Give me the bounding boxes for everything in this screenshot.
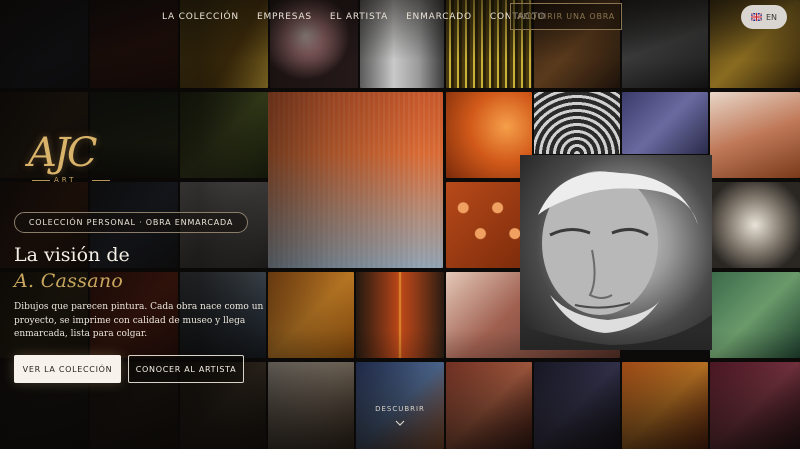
artwork-tile xyxy=(268,362,354,449)
collection-badge: COLECCIÓN PERSONAL · OBRA ENMARCADA xyxy=(14,212,248,233)
language-label: EN xyxy=(765,12,778,22)
nav-item-coleccion[interactable]: LA COLECCIÓN xyxy=(162,12,239,22)
view-collection-button[interactable]: VER LA COLECCIÓN xyxy=(14,355,121,383)
artwork-tile xyxy=(0,0,88,88)
language-switcher[interactable]: EN xyxy=(741,5,787,29)
logo-divider xyxy=(92,180,110,181)
artwork-tile xyxy=(534,92,620,154)
artwork-tile xyxy=(622,362,708,449)
nav-item-empresas[interactable]: EMPRESAS xyxy=(257,12,312,22)
nav-item-artista[interactable]: EL ARTISTA xyxy=(330,12,388,22)
artwork-tile xyxy=(710,92,800,178)
chevron-down-icon[interactable] xyxy=(395,419,405,427)
artwork-tile xyxy=(710,182,800,268)
artwork-tile xyxy=(180,92,268,178)
artwork-tile xyxy=(622,0,708,88)
artist-portrait xyxy=(520,155,712,350)
artwork-tile xyxy=(356,272,444,358)
artwork-tile xyxy=(268,92,443,268)
hero-description: Dibujos que parecen pintura. Cada obra n… xyxy=(14,302,264,339)
discover-label[interactable]: DESCUBRIR xyxy=(360,405,440,413)
logo-divider xyxy=(32,180,50,181)
artist-name: A. Cassano xyxy=(14,270,124,292)
uk-flag-icon xyxy=(750,13,762,21)
meet-artist-button[interactable]: CONOCER AL ARTISTA xyxy=(128,355,244,383)
artwork-tile xyxy=(446,362,532,449)
logo-mark: AJC xyxy=(28,130,98,176)
logo-sub: ART xyxy=(54,176,77,184)
artwork-tile xyxy=(710,362,800,449)
artwork-tile xyxy=(710,272,800,358)
artwork-tile xyxy=(622,92,708,154)
main-nav: LA COLECCIÓN EMPRESAS EL ARTISTA ENMARCA… xyxy=(162,10,564,24)
acquire-artwork-button[interactable]: ADQUIRIR UNA OBRA xyxy=(510,3,622,30)
hero-headline: La visión de xyxy=(14,244,130,266)
artwork-tile xyxy=(534,362,620,449)
nav-item-enmarcado[interactable]: ENMARCADO xyxy=(406,12,472,22)
site-logo[interactable]: AJC ART xyxy=(22,128,142,190)
